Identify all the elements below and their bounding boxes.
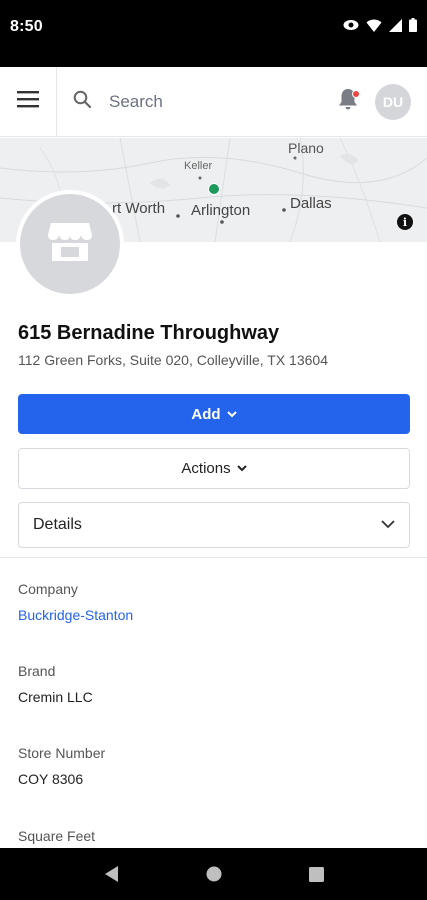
- search-input[interactable]: [109, 91, 299, 112]
- status-icons: [343, 18, 417, 32]
- chevron-down-icon: [226, 410, 237, 418]
- company-label: Company: [18, 581, 78, 597]
- map-label-fort-worth: rt Worth: [112, 200, 166, 217]
- map-label-keller: Keller: [184, 160, 213, 172]
- actions-button-label: Actions: [181, 460, 231, 477]
- square-feet-label: Square Feet: [18, 828, 96, 844]
- location-pin-icon: [208, 183, 220, 195]
- signal-icon: [389, 18, 402, 32]
- map-label-arlington: Arlington: [191, 202, 251, 219]
- details-dropdown-label: Details: [33, 516, 82, 533]
- app-header: DU: [0, 66, 427, 137]
- chevron-down-icon: [236, 465, 247, 472]
- notifications-button[interactable]: [333, 87, 363, 117]
- add-button[interactable]: Add: [18, 394, 410, 434]
- details-dropdown[interactable]: Details: [18, 502, 410, 548]
- search-icon: [73, 90, 92, 113]
- status-time: 8:50: [10, 18, 43, 35]
- map-label-plano: Plano: [288, 140, 324, 156]
- wifi-icon: [366, 19, 382, 32]
- store-number-label: Store Number: [18, 745, 106, 761]
- back-icon[interactable]: [103, 865, 119, 883]
- battery-icon: [409, 18, 417, 32]
- add-button-label: Add: [191, 405, 221, 423]
- eye-icon: [343, 19, 359, 31]
- map-info-icon[interactable]: i: [397, 214, 413, 230]
- store-number-value: COY 8306: [18, 771, 84, 787]
- recents-icon[interactable]: [308, 866, 324, 882]
- store-avatar: [16, 190, 124, 298]
- hamburger-icon: [17, 90, 39, 113]
- search-bar: [57, 67, 333, 137]
- status-bar: 8:50: [0, 0, 427, 67]
- system-nav-bar: [0, 848, 427, 900]
- chevron-down-icon: [381, 516, 395, 534]
- store-title: 615 Bernadine Throughway: [18, 322, 280, 344]
- store-address: 112 Green Forks, Suite 020, Colleyville,…: [18, 352, 328, 368]
- actions-button[interactable]: Actions: [18, 448, 410, 489]
- section-divider: [0, 557, 427, 558]
- company-link[interactable]: Buckridge-Stanton: [18, 607, 133, 623]
- menu-button[interactable]: [0, 66, 57, 137]
- user-avatar[interactable]: DU: [375, 83, 411, 120]
- brand-label: Brand: [18, 663, 56, 679]
- map-label-dallas: Dallas: [290, 195, 332, 212]
- brand-value: Cremin LLC: [18, 689, 93, 705]
- storefront-icon: [47, 221, 93, 268]
- notification-dot: [352, 89, 360, 98]
- home-icon[interactable]: [206, 866, 222, 882]
